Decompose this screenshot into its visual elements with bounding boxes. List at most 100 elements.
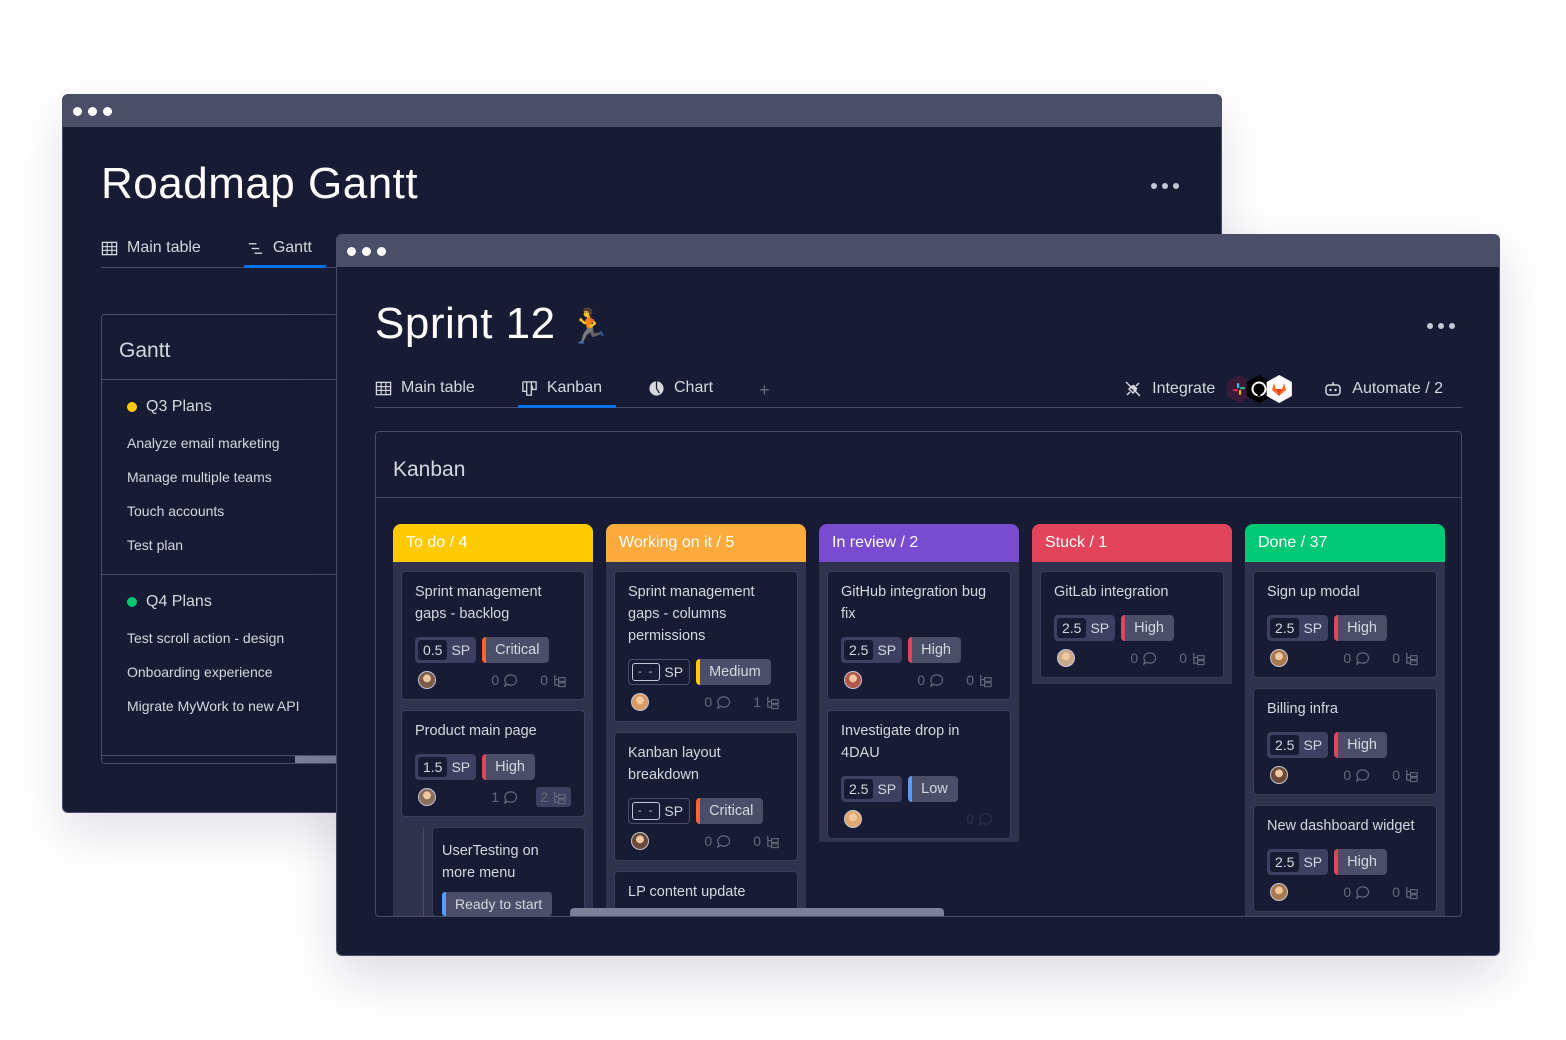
kanban-card[interactable]: Kanban layout breakdown - - SP Critical 0… xyxy=(614,732,798,861)
automate-button[interactable]: Automate / 2 xyxy=(1323,379,1443,399)
window-dot xyxy=(347,246,356,256)
kanban-card[interactable]: GitHub integration bug fix 2.5 SP High 0 … xyxy=(827,571,1011,700)
story-points-field[interactable]: 2.5 SP xyxy=(1267,849,1329,875)
comments-count[interactable]: 0 xyxy=(962,809,997,829)
priority-color-bar xyxy=(1334,732,1339,758)
kanban-card[interactable]: Sprint management gaps - backlog 0.5 SP C… xyxy=(401,571,585,700)
status-tag[interactable]: Ready to start xyxy=(442,892,553,916)
story-points-unit: SP xyxy=(877,642,897,658)
tab-main-table[interactable]: Main table xyxy=(101,239,201,267)
column-header[interactable]: In review / 2 xyxy=(819,524,1019,562)
column-header[interactable]: Stuck / 1 xyxy=(1032,524,1232,562)
column-label: Done / 37 xyxy=(1258,534,1328,551)
comments-count[interactable]: 0 xyxy=(1339,765,1374,785)
assignee-avatar[interactable] xyxy=(418,788,436,806)
add-view-button[interactable]: + xyxy=(759,380,770,407)
tab-main-table[interactable]: Main table xyxy=(375,379,475,407)
window-titlebar[interactable] xyxy=(63,95,1221,127)
assignee-avatar[interactable] xyxy=(1270,766,1288,784)
story-points-field[interactable]: 2.5 SP xyxy=(1267,732,1329,758)
subitem-card[interactable]: UserTesting on more menu Ready to start xyxy=(432,827,585,916)
assignee-avatar[interactable] xyxy=(844,810,862,828)
robot-icon xyxy=(1325,382,1342,396)
assignee-avatar[interactable] xyxy=(1057,649,1075,667)
card-title: Sign up modal xyxy=(1267,584,1360,600)
assignee-avatar[interactable] xyxy=(631,693,649,711)
horizontal-scrollbar[interactable] xyxy=(570,908,944,916)
kanban-card[interactable]: Investigate drop in 4DAU 2.5 SP Low 0 xyxy=(827,710,1011,839)
assignee-avatar[interactable] xyxy=(844,671,862,689)
story-points-field[interactable]: 2.5 SP xyxy=(841,776,903,802)
subitems-count[interactable]: 0 xyxy=(962,670,997,690)
more-dot-icon xyxy=(1438,323,1444,329)
priority-tag[interactable]: Medium xyxy=(696,659,771,685)
group-name: Q3 Plans xyxy=(146,398,212,415)
card-title: Sprint management gaps - backlog xyxy=(415,584,542,622)
story-points-field[interactable]: 2.5 SP xyxy=(1054,615,1116,641)
subitems-count[interactable]: 0 xyxy=(1388,765,1423,785)
priority-tag[interactable]: High xyxy=(1121,615,1174,641)
comments-count[interactable]: 0 xyxy=(700,831,735,851)
subitems-value: 2 xyxy=(540,789,548,805)
priority-tag[interactable]: High xyxy=(1334,849,1387,875)
kanban-card[interactable]: New dashboard widget 2.5 SP High 0 0 xyxy=(1253,805,1437,912)
comments-count[interactable]: 0 xyxy=(913,670,948,690)
kanban-card[interactable]: GitLab integration 2.5 SP High 0 0 xyxy=(1040,571,1224,678)
card-title: Kanban layout breakdown xyxy=(628,745,721,783)
kanban-card[interactable]: Sign up modal 2.5 SP High 0 0 xyxy=(1253,571,1437,678)
assignee-avatar[interactable] xyxy=(1270,649,1288,667)
subitems-value: 0 xyxy=(1179,650,1187,666)
assignee-avatar[interactable] xyxy=(1270,883,1288,901)
story-points-field[interactable]: - - SP xyxy=(628,659,691,685)
window-titlebar[interactable] xyxy=(337,235,1499,267)
story-points-field[interactable]: - - SP xyxy=(628,798,691,824)
priority-tag[interactable]: High xyxy=(1334,732,1387,758)
story-points-value: 1.5 xyxy=(418,757,448,777)
assignee-avatar[interactable] xyxy=(631,832,649,850)
priority-color-bar xyxy=(696,659,701,685)
subitems-count[interactable]: 0 xyxy=(1388,882,1423,902)
tab-gantt[interactable]: Gantt xyxy=(243,239,327,268)
more-options-button[interactable] xyxy=(1151,183,1179,189)
more-options-button[interactable] xyxy=(1427,323,1455,329)
column-header[interactable]: Working on it / 5 xyxy=(606,524,806,562)
assignee-avatar[interactable] xyxy=(418,671,436,689)
subitems-count[interactable]: 0 xyxy=(749,831,784,851)
subitems-icon xyxy=(1193,652,1205,665)
comments-count[interactable]: 0 xyxy=(1339,648,1374,668)
story-points-field[interactable]: 1.5 SP xyxy=(415,754,477,780)
subitems-count[interactable]: 2 xyxy=(536,787,571,807)
priority-tag[interactable]: High xyxy=(908,637,961,663)
story-points-field[interactable]: 0.5 SP xyxy=(415,637,477,663)
sprint-window: Sprint 12 🏃 Main table Kanban Chart + In… xyxy=(336,234,1500,956)
priority-tag[interactable]: Critical xyxy=(696,798,764,824)
comments-count[interactable]: 0 xyxy=(700,692,735,712)
kanban-card[interactable]: Billing infra 2.5 SP High 0 0 xyxy=(1253,688,1437,795)
tab-chart[interactable]: Chart xyxy=(648,379,713,407)
tab-kanban[interactable]: Kanban xyxy=(517,379,617,408)
priority-tag[interactable]: Low xyxy=(908,776,958,802)
subitems-count[interactable]: 0 xyxy=(1388,648,1423,668)
integration-apps[interactable] xyxy=(1225,375,1293,403)
column-header[interactable]: Done / 37 xyxy=(1245,524,1445,562)
kanban-card[interactable]: Sprint management gaps - columns permiss… xyxy=(614,571,798,722)
priority-tag[interactable]: High xyxy=(482,754,535,780)
column-header[interactable]: To do / 4 xyxy=(393,524,593,562)
comments-count[interactable]: 0 xyxy=(487,670,522,690)
subitems-value: 0 xyxy=(1392,767,1400,783)
priority-tag[interactable]: Critical xyxy=(482,637,550,663)
comments-count[interactable]: 1 xyxy=(487,787,522,807)
subitems-count[interactable]: 1 xyxy=(749,692,784,712)
story-points-field[interactable]: 2.5 SP xyxy=(1267,615,1329,641)
priority-tag[interactable]: High xyxy=(1334,615,1387,641)
story-points-unit: SP xyxy=(1303,737,1323,753)
subitems-count[interactable]: 0 xyxy=(536,670,571,690)
priority-label: High xyxy=(1347,737,1377,753)
subitems-count[interactable]: 0 xyxy=(1175,648,1210,668)
kanban-card[interactable]: Product main page 1.5 SP High 1 2 xyxy=(401,710,585,817)
comments-count[interactable]: 0 xyxy=(1126,648,1161,668)
integrate-button[interactable]: Integrate xyxy=(1123,379,1215,399)
comments-count[interactable]: 0 xyxy=(1339,882,1374,902)
story-points-field[interactable]: 2.5 SP xyxy=(841,637,903,663)
subitems-icon xyxy=(1406,886,1418,899)
